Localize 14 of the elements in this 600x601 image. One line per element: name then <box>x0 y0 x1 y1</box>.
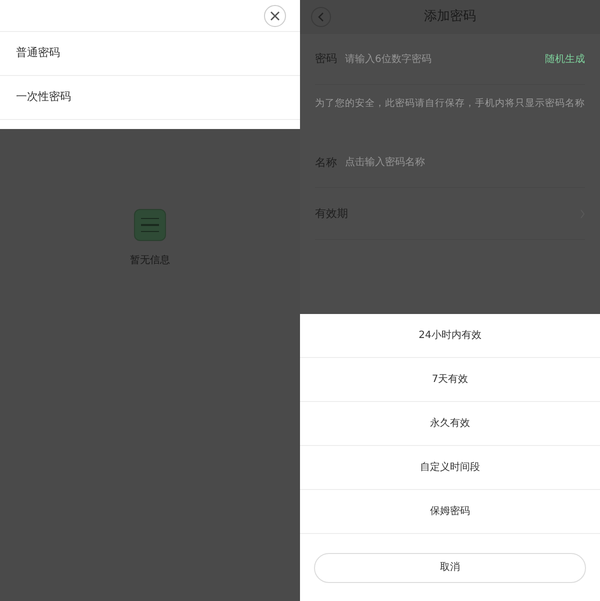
hint-text: 为了您的安全，此密码请自行保存，手机内将只显示密码名称 <box>314 97 586 111</box>
close-icon <box>270 10 280 20</box>
action-option[interactable]: 保姆密码 <box>300 490 600 534</box>
cancel-button[interactable]: 取消 <box>314 552 586 582</box>
action-option[interactable]: 24小时内有效 <box>300 314 600 358</box>
close-button[interactable] <box>264 4 286 26</box>
action-option[interactable]: 7天有效 <box>300 358 600 402</box>
random-generate-link[interactable]: 随机生成 <box>545 52 585 67</box>
back-icon <box>318 12 324 22</box>
action-option[interactable]: 自定义时间段 <box>300 446 600 490</box>
password-field[interactable]: 请输入6位数字密码 <box>345 52 537 67</box>
name-field[interactable]: 点击输入密码名称 <box>345 155 585 170</box>
list-icon <box>134 209 166 241</box>
action-option[interactable]: 永久有效 <box>300 402 600 446</box>
